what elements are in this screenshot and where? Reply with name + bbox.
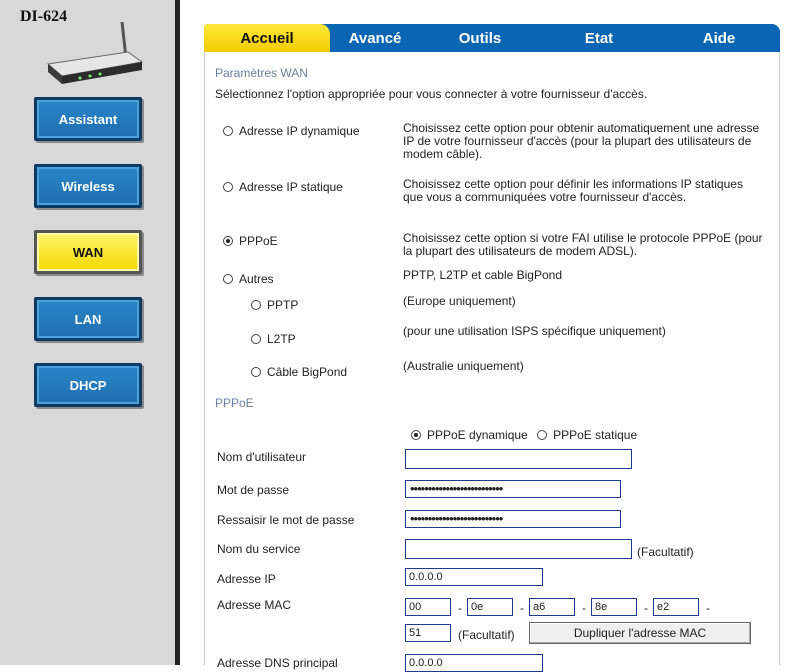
- option-desc-pptp: (Europe uniquement): [403, 294, 516, 308]
- mac-octet-1[interactable]: 00: [405, 598, 451, 616]
- option-label: PPTP: [267, 298, 299, 312]
- router-icon: [46, 21, 144, 84]
- primary-dns-input[interactable]: 0.0.0.0: [405, 654, 543, 672]
- option-label: Adresse IP statique: [239, 180, 343, 194]
- nav-lan[interactable]: LAN: [34, 297, 142, 341]
- password-label: Mot de passe: [217, 483, 290, 497]
- option-dynamic-ip[interactable]: Adresse IP dynamique: [223, 124, 360, 138]
- tab-outils[interactable]: Outils: [420, 24, 540, 52]
- section-title-pppoe: PPPoE: [215, 396, 254, 410]
- section-title-wan: Paramètres WAN: [215, 66, 308, 80]
- mac-octet-3[interactable]: a6: [529, 598, 575, 616]
- mac-separator: -: [706, 601, 710, 615]
- service-optional: (Facultatif): [637, 545, 694, 559]
- top-banner: [180, 0, 809, 22]
- option-desc-dynamic-ip: Choisissez cette option pour obtenir aut…: [403, 121, 760, 161]
- option-autres[interactable]: Autres: [223, 272, 274, 286]
- pppoe-mode: PPPoE dynamique PPPoE statique: [411, 428, 637, 442]
- mac-address-label: Adresse MAC: [217, 598, 292, 612]
- option-desc-autres: PPTP, L2TP et cable BigPond: [403, 268, 562, 282]
- radio-pppoe[interactable]: [223, 236, 233, 246]
- service-name-label: Nom du service: [217, 542, 301, 556]
- option-label: Câble BigPond: [267, 365, 348, 379]
- option-pppoe[interactable]: PPPoE: [223, 234, 278, 248]
- option-pptp[interactable]: PPTP: [251, 298, 298, 312]
- nav-assistant[interactable]: Assistant: [34, 97, 142, 141]
- mac-octet-5[interactable]: e2: [653, 598, 699, 616]
- content-panel: Paramètres WAN Sélectionnez l'option app…: [204, 52, 780, 672]
- primary-dns-label: Adresse DNS principal: [217, 656, 338, 670]
- option-desc-l2tp: (pour une utilisation ISPS spécifique un…: [403, 324, 666, 338]
- ip-address-label: Adresse IP: [217, 572, 276, 586]
- option-label: Autres: [239, 272, 274, 286]
- sidebar: DI-624 Assistant Wireless WAN LAN DHCP: [0, 0, 175, 665]
- wan-intro: Sélectionnez l'option appropriée pour vo…: [215, 87, 648, 101]
- radio-bigpond[interactable]: [251, 367, 261, 377]
- tab-etat[interactable]: Etat: [540, 24, 658, 52]
- radio-l2tp[interactable]: [251, 334, 261, 344]
- main-tabs: Accueil Avancé Outils Etat Aide: [204, 24, 780, 52]
- radio-autres[interactable]: [223, 274, 233, 284]
- radio-pptp[interactable]: [251, 300, 261, 310]
- radio-dynamic-ip[interactable]: [223, 126, 233, 136]
- option-bigpond[interactable]: Câble BigPond: [251, 365, 347, 379]
- confirm-password-input[interactable]: ••••••••••••••••••••••••••: [405, 510, 621, 528]
- service-name-input[interactable]: [405, 539, 632, 559]
- password-input[interactable]: ••••••••••••••••••••••••••: [405, 480, 621, 498]
- sidebar-divider: [175, 0, 180, 665]
- option-desc-static-ip: Choisissez cette option pour définir les…: [403, 177, 743, 204]
- pppoe-static-label: PPPoE statique: [553, 428, 638, 442]
- confirm-password-label: Ressaisir le mot de passe: [217, 513, 355, 527]
- clone-mac-button[interactable]: Dupliquer l'adresse MAC: [529, 622, 751, 644]
- radio-static-ip[interactable]: [223, 182, 233, 192]
- mac-octet-4[interactable]: 8e: [591, 598, 637, 616]
- tab-avance[interactable]: Avancé: [330, 24, 420, 52]
- mac-separator: -: [520, 601, 524, 615]
- option-static-ip[interactable]: Adresse IP statique: [223, 180, 343, 194]
- mac-separator: -: [644, 601, 648, 615]
- pppoe-dynamic-label: PPPoE dynamique: [427, 428, 528, 442]
- ip-address-input[interactable]: 0.0.0.0: [405, 568, 543, 586]
- option-desc-bigpond: (Australie uniquement): [403, 359, 524, 373]
- tab-aide[interactable]: Aide: [658, 24, 780, 52]
- option-l2tp[interactable]: L2TP: [251, 332, 296, 346]
- radio-pppoe-static[interactable]: [537, 430, 548, 440]
- mac-octet-6[interactable]: 51: [405, 624, 451, 642]
- option-label: Adresse IP dynamique: [239, 124, 360, 138]
- radio-pppoe-dynamic[interactable]: [411, 430, 421, 440]
- nav-dhcp[interactable]: DHCP: [34, 363, 142, 407]
- mac-separator: -: [458, 601, 462, 615]
- username-label: Nom d'utilisateur: [217, 450, 306, 464]
- nav-wan[interactable]: WAN: [34, 230, 142, 274]
- tab-accueil[interactable]: Accueil: [204, 24, 330, 52]
- option-label: PPPoE: [239, 234, 278, 248]
- option-label: L2TP: [267, 332, 296, 346]
- mac-separator: -: [582, 601, 586, 615]
- username-input[interactable]: [405, 449, 632, 469]
- nav-wireless[interactable]: Wireless: [34, 164, 142, 208]
- mac-optional: (Facultatif): [458, 628, 515, 642]
- option-desc-pppoe: Choisissez cette option si votre FAI uti…: [403, 231, 763, 258]
- mac-octet-2[interactable]: 0e: [467, 598, 513, 616]
